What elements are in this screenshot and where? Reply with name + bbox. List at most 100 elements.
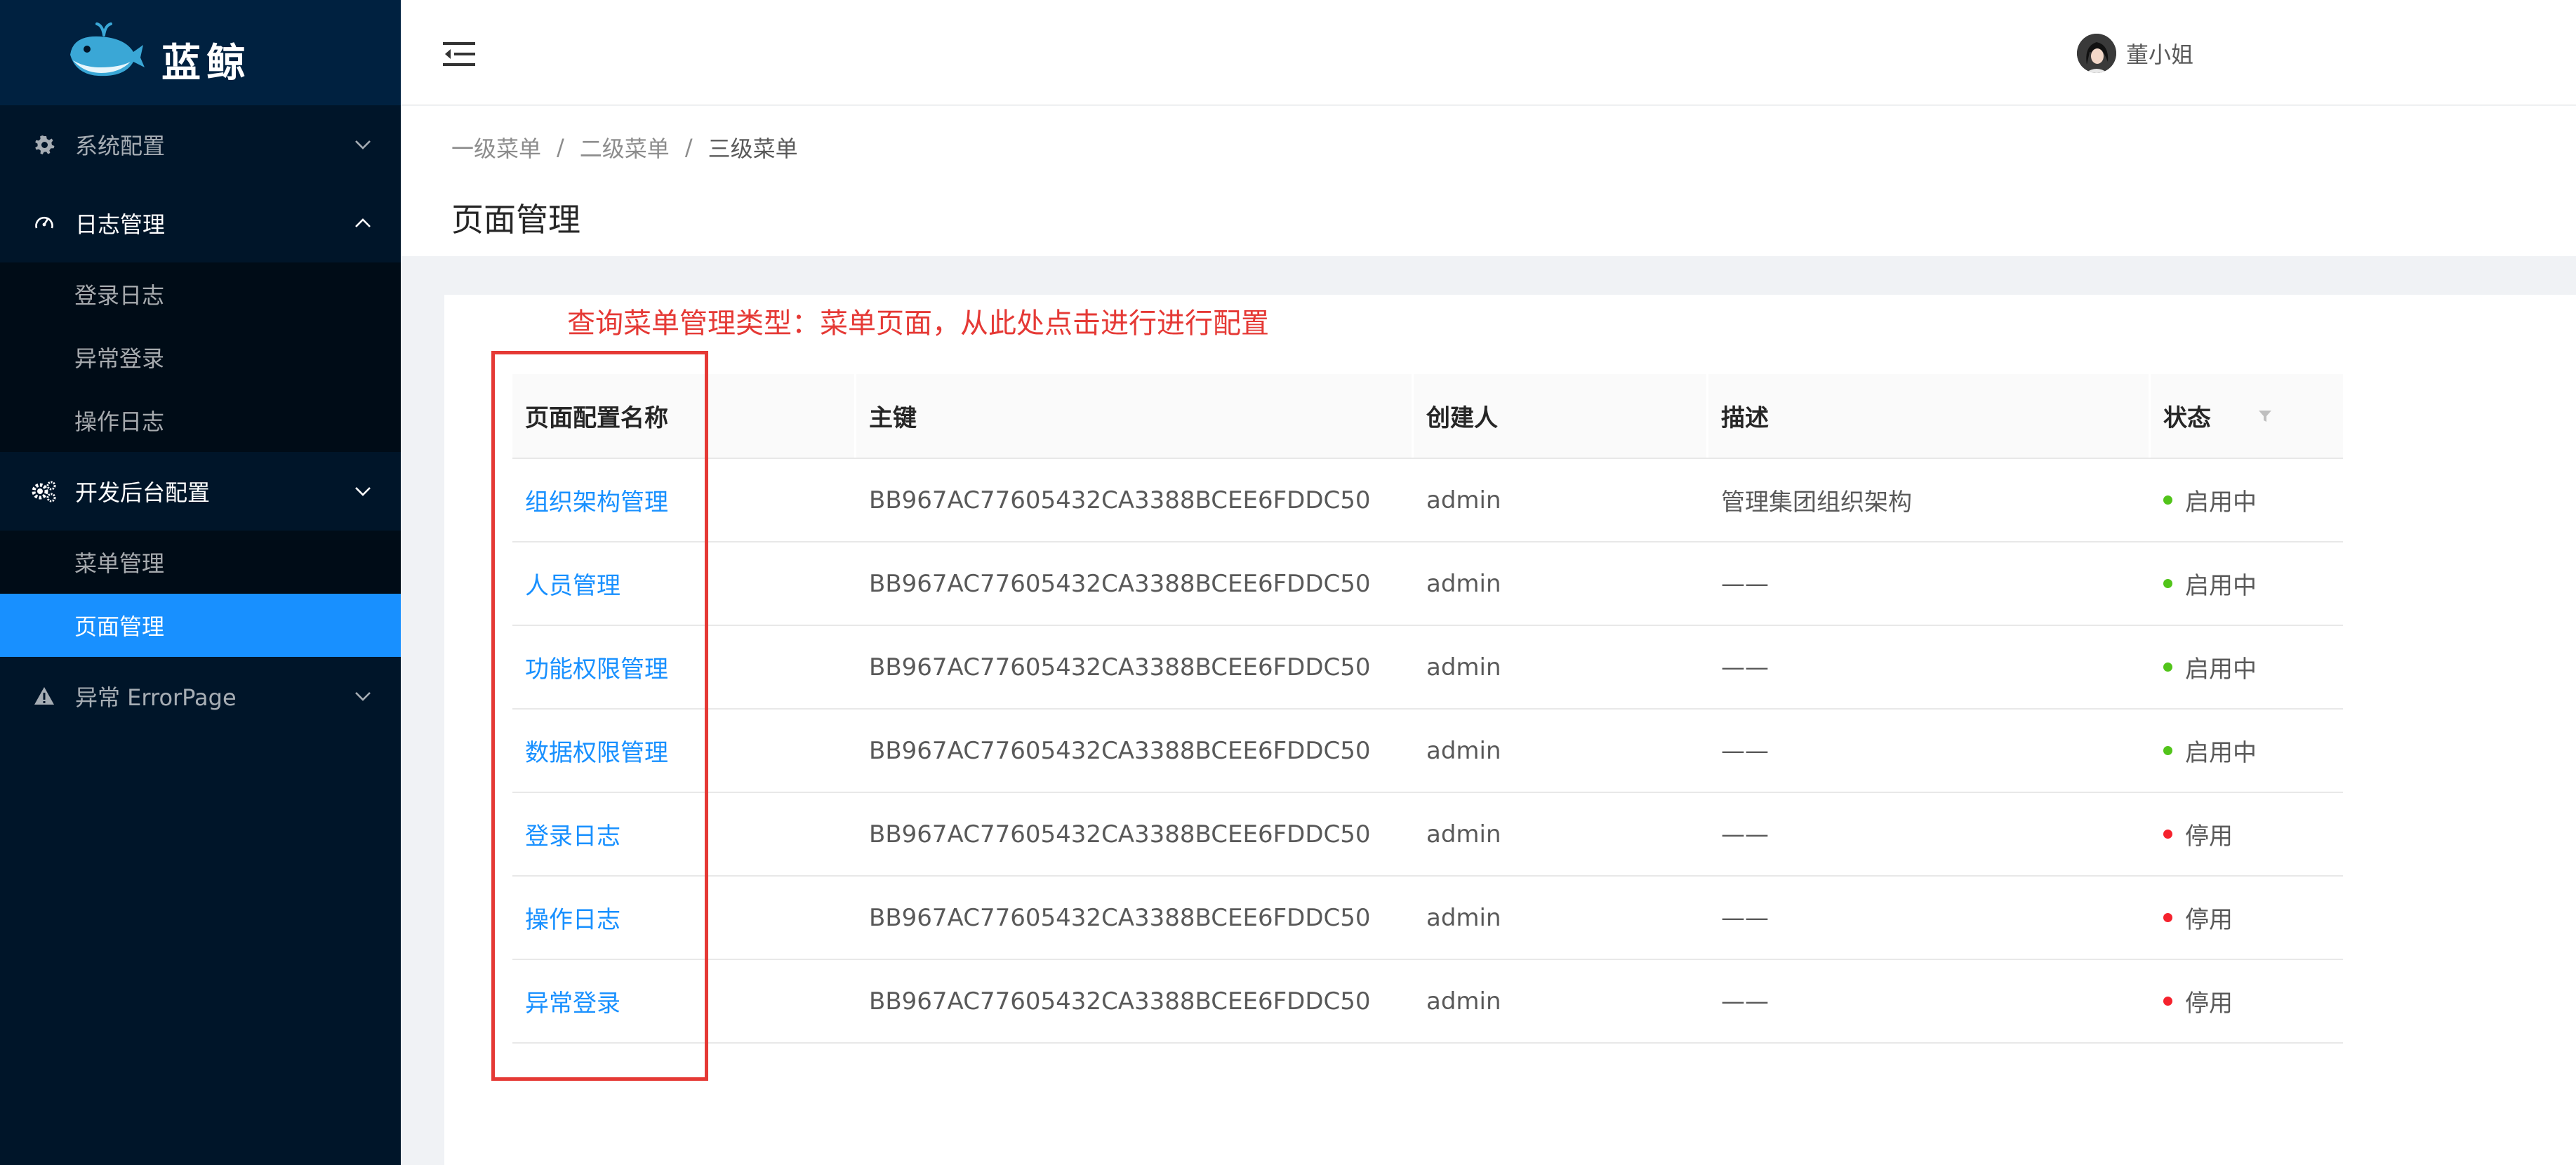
menu-fold-icon[interactable] <box>443 41 475 67</box>
page-name-link[interactable]: 登录日志 <box>525 823 620 851</box>
table-row: 数据权限管理 BB967AC77605432CA3388BCEE6FDDC50 ad… <box>512 709 2343 793</box>
warning-icon <box>32 684 57 709</box>
dashboard-icon <box>32 211 57 236</box>
sidebar-item[interactable]: 异常登录 <box>0 326 401 389</box>
status-dot <box>2163 495 2172 505</box>
table-row: 组织架构管理 BB967AC77605432CA3388BCEE6FDDC50 ad… <box>512 458 2343 542</box>
whale-logo-icon <box>70 22 145 76</box>
cell-name: 数据权限管理 <box>512 709 856 793</box>
column-header-name: 页面配置名称 <box>512 374 856 459</box>
cell-creator: admin <box>1414 625 1708 710</box>
sidebar-submenu: 菜单管理 页面管理 <box>0 531 401 657</box>
status-dot <box>2163 663 2172 672</box>
breadcrumb-item[interactable]: 一级菜单 <box>451 131 541 164</box>
status-text: 启用中 <box>2185 655 2257 684</box>
sidebar-item[interactable]: 菜单管理 <box>0 531 401 594</box>
cell-description: —— <box>1708 709 2151 793</box>
status-text: 启用中 <box>2185 739 2257 767</box>
pages-table: 页面配置名称 主键 创建人 描述 状态 组织架构管理 BB967AC7760543… <box>512 374 2343 1044</box>
annotation-note: 查询菜单管理类型：菜单页面，从此处点击进行进行配置 <box>567 307 1269 340</box>
page-name-link[interactable]: 异常登录 <box>525 990 620 1018</box>
sidebar-group-1[interactable]: 系统配置 <box>0 105 401 184</box>
cell-creator: admin <box>1414 792 1708 877</box>
table-row: 人员管理 BB967AC77605432CA3388BCEE6FDDC50 admi… <box>512 542 2343 626</box>
table-body: 组织架构管理 BB967AC77605432CA3388BCEE6FDDC50 ad… <box>512 458 2343 1044</box>
cell-description: —— <box>1708 876 2151 960</box>
cell-key: BB967AC77605432CA3388BCEE6FDDC50 <box>856 709 1414 793</box>
cell-status: 停用 <box>2151 876 2343 960</box>
user-menu[interactable]: 董小姐 <box>2076 34 2193 73</box>
sidebar-item[interactable]: 登录日志 <box>0 262 401 326</box>
sidebar-group-3[interactable]: 开发后台配置 <box>0 452 401 531</box>
filter-icon[interactable] <box>2257 408 2273 424</box>
page-name-link[interactable]: 组织架构管理 <box>525 488 668 517</box>
cell-status: 启用中 <box>2151 542 2343 626</box>
top-header: 董小姐 <box>401 0 2576 105</box>
breadcrumb: 一级菜单 / 二级菜单 / 三级菜单 <box>451 131 2576 164</box>
sidebar-group-2[interactable]: 日志管理 <box>0 184 401 262</box>
cell-name: 人员管理 <box>512 542 856 626</box>
user-name: 董小姐 <box>2125 41 2193 68</box>
sidebar-item[interactable]: 页面管理 <box>0 594 401 657</box>
page-name-link[interactable]: 操作日志 <box>525 906 620 934</box>
status-dot <box>2163 913 2172 922</box>
cell-status: 启用中 <box>2151 458 2343 542</box>
avatar <box>2076 34 2116 73</box>
cell-name: 操作日志 <box>512 876 856 960</box>
table-header-row: 页面配置名称 主键 创建人 描述 状态 <box>512 374 2343 459</box>
column-header-status-label: 状态 <box>2163 404 2211 432</box>
column-header-description: 描述 <box>1708 374 2151 459</box>
column-header-key: 主键 <box>856 374 1414 459</box>
chevron-up-icon <box>355 218 371 227</box>
cell-name: 功能权限管理 <box>512 625 856 710</box>
cell-key: BB967AC77605432CA3388BCEE6FDDC50 <box>856 458 1414 542</box>
page-title: 页面管理 <box>451 201 580 239</box>
sidebar: 蓝鲸 系统配置日志管理登录日志 异常登录 操作日志开发后台配置菜单管理 页面管理 异常 … <box>0 0 401 1165</box>
page-header: 一级菜单 / 二级菜单 / 三级菜单 页面管理 <box>401 106 2576 256</box>
cell-name: 异常登录 <box>512 959 856 1044</box>
cell-description: —— <box>1708 792 2151 877</box>
status-dot <box>2163 830 2172 839</box>
cell-name: 登录日志 <box>512 792 856 877</box>
cell-creator: admin <box>1414 458 1708 542</box>
sidebar-item[interactable]: 操作日志 <box>0 389 401 452</box>
cell-creator: admin <box>1414 709 1708 793</box>
cell-status: 停用 <box>2151 959 2343 1044</box>
status-dot <box>2163 579 2172 588</box>
sidebar-group-label: 开发后台配置 <box>75 479 211 506</box>
table-row: 操作日志 BB967AC77605432CA3388BCEE6FDDC50 admi… <box>512 876 2343 960</box>
cell-description: —— <box>1708 625 2151 710</box>
gear-icon <box>32 132 57 157</box>
cell-key: BB967AC77605432CA3388BCEE6FDDC50 <box>856 959 1414 1044</box>
cell-name: 组织架构管理 <box>512 458 856 542</box>
status-text: 启用中 <box>2185 572 2257 600</box>
cell-status: 启用中 <box>2151 625 2343 710</box>
logo[interactable]: 蓝鲸 <box>0 0 401 105</box>
table-row: 功能权限管理 BB967AC77605432CA3388BCEE6FDDC50 ad… <box>512 625 2343 710</box>
page-name-link[interactable]: 功能权限管理 <box>525 655 668 684</box>
sidebar-group-4[interactable]: 异常 ErrorPage <box>0 657 401 735</box>
sidebar-group-label: 系统配置 <box>75 133 166 159</box>
sidebar-menu: 系统配置日志管理登录日志 异常登录 操作日志开发后台配置菜单管理 页面管理 异常 Err… <box>0 105 401 735</box>
cell-key: BB967AC77605432CA3388BCEE6FDDC50 <box>856 792 1414 877</box>
cell-key: BB967AC77605432CA3388BCEE6FDDC50 <box>856 876 1414 960</box>
breadcrumb-item[interactable]: 二级菜单 <box>580 131 670 164</box>
user-avatar-icon <box>2076 34 2116 73</box>
cell-creator: admin <box>1414 876 1708 960</box>
cell-key: BB967AC77605432CA3388BCEE6FDDC50 <box>856 542 1414 626</box>
table-row: 异常登录 BB967AC77605432CA3388BCEE6FDDC50 admi… <box>512 959 2343 1044</box>
chevron-down-icon <box>355 140 371 149</box>
logo-text: 蓝鲸 <box>161 40 251 86</box>
status-dot <box>2163 746 2172 755</box>
column-header-creator: 创建人 <box>1414 374 1708 459</box>
settings-gears-icon <box>32 479 57 504</box>
cell-creator: admin <box>1414 542 1708 626</box>
cell-creator: admin <box>1414 959 1708 1044</box>
page-name-link[interactable]: 数据权限管理 <box>525 739 668 767</box>
status-dot <box>2163 997 2172 1006</box>
cell-description: —— <box>1708 959 2151 1044</box>
page-name-link[interactable]: 人员管理 <box>525 572 620 600</box>
cell-description: 管理集团组织架构 <box>1708 458 2151 542</box>
table-row: 登录日志 BB967AC77605432CA3388BCEE6FDDC50 admi… <box>512 792 2343 877</box>
sidebar-group-label: 日志管理 <box>75 211 166 238</box>
